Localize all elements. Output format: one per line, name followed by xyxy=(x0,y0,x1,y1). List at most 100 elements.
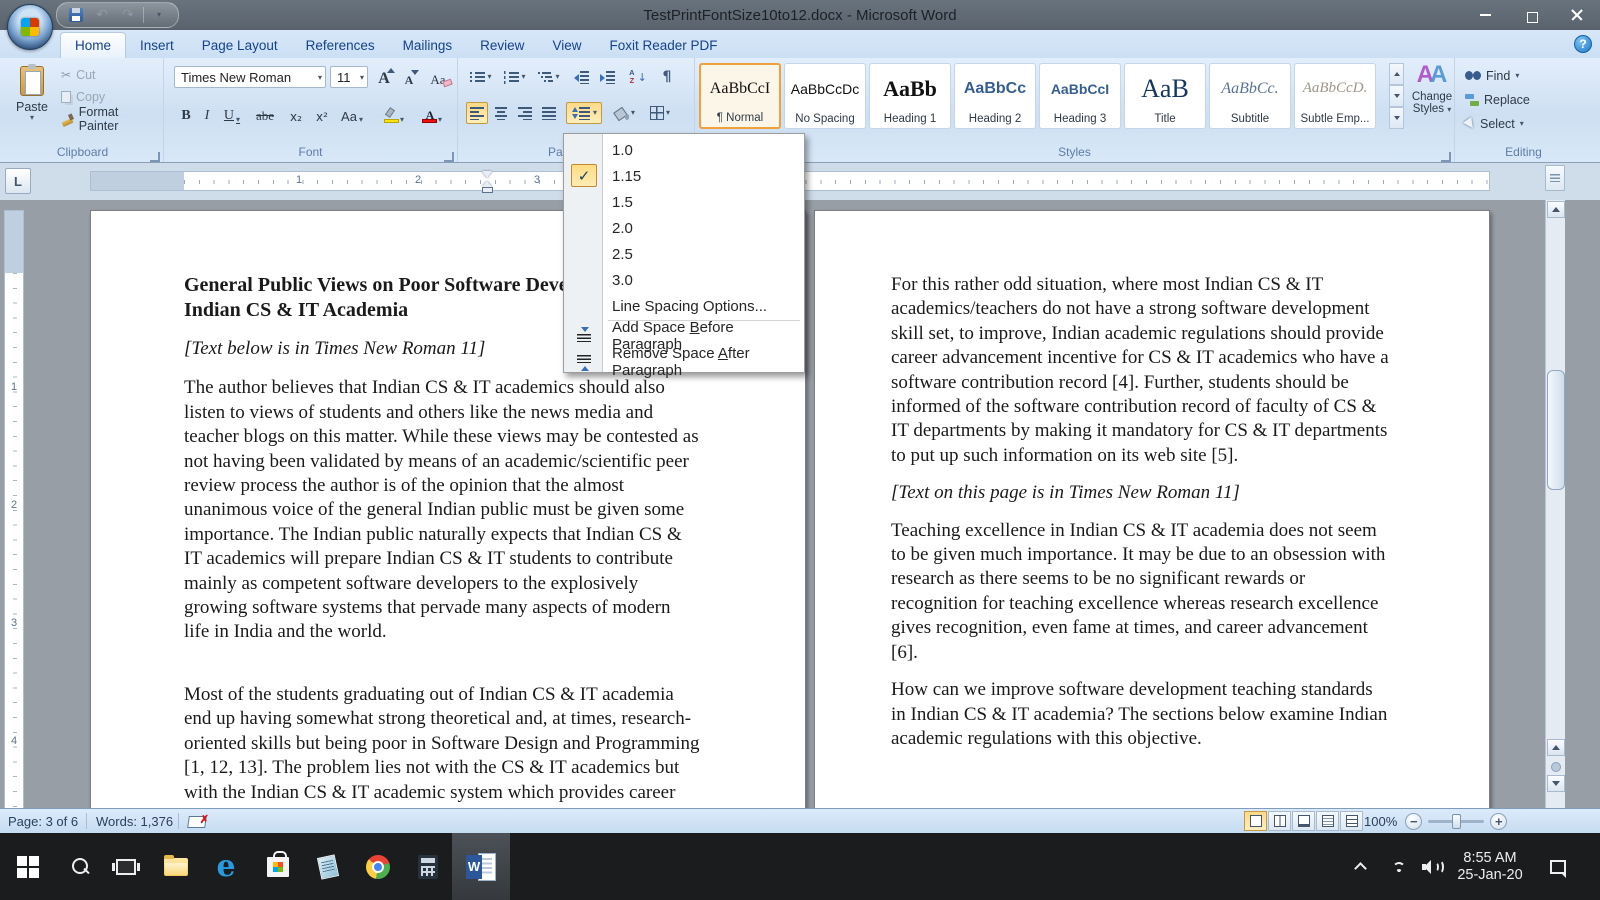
select-browse-object-button[interactable] xyxy=(1551,762,1561,772)
previous-page-button[interactable] xyxy=(1547,739,1565,756)
file-explorer-button[interactable] xyxy=(152,833,200,900)
vertical-ruler[interactable]: 1 2 3 4 xyxy=(4,210,24,808)
style-no-spacing[interactable]: AaBbCcDc No Spacing xyxy=(784,63,866,129)
task-view-button[interactable] xyxy=(102,833,150,900)
font-color-button[interactable]: A ▾ xyxy=(416,102,448,125)
find-button[interactable]: Find ▾ xyxy=(1465,66,1519,86)
tab-view[interactable]: View xyxy=(538,32,595,58)
align-center-button[interactable] xyxy=(490,102,512,124)
highlight-color-button[interactable]: ▾ xyxy=(378,102,410,125)
align-right-button[interactable] xyxy=(514,102,536,124)
microsoft-store-button[interactable] xyxy=(254,833,302,900)
style-subtle-emphasis[interactable]: AaBbCcD. Subtle Emp... xyxy=(1294,63,1376,129)
office-button[interactable] xyxy=(7,4,53,50)
font-size-combo[interactable]: 11 ▾ xyxy=(330,66,368,88)
italic-button[interactable]: I xyxy=(198,102,216,125)
style-title[interactable]: AaB Title xyxy=(1124,63,1206,129)
print-layout-view-button[interactable] xyxy=(1244,811,1267,831)
menu-item-spacing-2.0[interactable]: 2.0 xyxy=(564,215,804,241)
format-painter-button[interactable]: Format Painter xyxy=(58,105,163,133)
next-page-button[interactable] xyxy=(1547,775,1565,792)
menu-item-spacing-1.15[interactable]: ✓ 1.15 xyxy=(564,163,804,189)
superscript-button[interactable]: x² xyxy=(310,102,334,125)
justify-button[interactable] xyxy=(538,102,560,124)
change-styles-button[interactable]: AA Change Styles ▾ xyxy=(1409,62,1455,146)
styles-dialog-launcher[interactable] xyxy=(1441,152,1451,162)
notepad-button[interactable] xyxy=(304,833,352,900)
zoom-slider-track[interactable] xyxy=(1428,813,1485,829)
multilevel-list-button[interactable]: ▾ xyxy=(534,66,564,88)
font-name-combo[interactable]: Times New Roman ▾ xyxy=(174,66,326,88)
menu-item-spacing-2.5[interactable]: 2.5 xyxy=(564,241,804,267)
proofing-errors-button[interactable] xyxy=(188,809,209,833)
page-indicator[interactable]: Page: 3 of 6 xyxy=(8,809,78,833)
volume-button[interactable] xyxy=(1414,833,1450,900)
shading-button[interactable]: ▾ xyxy=(608,102,640,124)
word-count[interactable]: Words: 1,376 xyxy=(96,809,173,833)
menu-item-spacing-1.0[interactable]: 1.0 xyxy=(564,137,804,163)
tab-review[interactable]: Review xyxy=(466,32,538,58)
tab-insert[interactable]: Insert xyxy=(126,32,188,58)
underline-button[interactable]: U ▾ xyxy=(218,102,246,125)
help-button[interactable]: ? xyxy=(1574,35,1592,53)
show-hidden-icons-button[interactable] xyxy=(1340,833,1380,900)
restore-button[interactable] xyxy=(1508,0,1554,30)
gallery-scroll-up-button[interactable] xyxy=(1389,63,1404,85)
edge-button[interactable]: e xyxy=(202,833,250,900)
clipboard-dialog-launcher[interactable] xyxy=(150,152,160,162)
zoom-out-button[interactable]: − xyxy=(1405,812,1423,830)
action-center-button[interactable] xyxy=(1536,833,1580,900)
tab-mailings[interactable]: Mailings xyxy=(389,32,467,58)
style-subtitle[interactable]: AaBbCc. Subtitle xyxy=(1209,63,1291,129)
right-page-content[interactable]: For this rather odd situation, where mos… xyxy=(891,273,1391,764)
show-hide-formatting-button[interactable]: ¶ xyxy=(656,66,678,88)
zoom-in-button[interactable]: + xyxy=(1490,812,1508,830)
word-taskbar-button[interactable]: W xyxy=(452,833,510,900)
select-button[interactable]: Select ▾ xyxy=(1463,114,1524,134)
full-screen-reading-view-button[interactable] xyxy=(1268,811,1291,831)
network-button[interactable] xyxy=(1382,833,1416,900)
decrease-indent-button[interactable] xyxy=(570,66,592,88)
style-heading-3[interactable]: AaBbCcI Heading 3 xyxy=(1039,63,1121,129)
tab-references[interactable]: References xyxy=(292,32,389,58)
tab-page-layout[interactable]: Page Layout xyxy=(188,32,292,58)
web-layout-view-button[interactable] xyxy=(1292,811,1315,831)
gallery-more-button[interactable] xyxy=(1389,107,1404,129)
style-heading-2[interactable]: AaBbCc Heading 2 xyxy=(954,63,1036,129)
view-ruler-toggle-button[interactable] xyxy=(1545,165,1565,191)
change-case-button[interactable]: Aa ▾ xyxy=(336,102,368,125)
taskbar-clock[interactable]: 8:55 AM 25-Jan-20 xyxy=(1448,833,1532,900)
bullets-button[interactable]: ▾ xyxy=(466,66,496,88)
subscript-button[interactable]: x₂ xyxy=(284,102,308,125)
right-page[interactable]: For this rather odd situation, where mos… xyxy=(814,210,1490,808)
font-dialog-launcher[interactable] xyxy=(444,152,454,162)
align-left-button[interactable] xyxy=(466,102,488,124)
close-button[interactable] xyxy=(1554,0,1600,30)
sort-button[interactable]: A Z ↓ xyxy=(624,66,652,88)
chrome-button[interactable] xyxy=(354,833,402,900)
borders-button[interactable]: ▾ xyxy=(644,102,676,124)
hanging-indent-marker[interactable] xyxy=(482,181,493,193)
replace-button[interactable]: Replace xyxy=(1465,90,1530,110)
scroll-up-button[interactable] xyxy=(1547,201,1565,218)
draft-view-button[interactable] xyxy=(1340,811,1363,831)
zoom-slider-thumb[interactable] xyxy=(1452,813,1462,829)
menu-item-spacing-3.0[interactable]: 3.0 xyxy=(564,267,804,293)
calculator-button[interactable] xyxy=(404,833,452,900)
menu-item-remove-space-after[interactable]: Remove Space After Paragraph xyxy=(564,345,804,379)
style-normal[interactable]: AaBbCcI ¶ Normal xyxy=(699,63,781,129)
grow-font-button[interactable]: A xyxy=(372,66,396,89)
scrollbar-thumb[interactable] xyxy=(1547,370,1565,490)
shrink-font-button[interactable]: A xyxy=(398,66,420,89)
line-spacing-button[interactable]: ▾ xyxy=(566,102,602,124)
style-heading-1[interactable]: AaBb Heading 1 xyxy=(869,63,951,129)
tab-selector-button[interactable]: L xyxy=(5,168,31,194)
clear-formatting-button[interactable]: Aa xyxy=(424,66,453,89)
minimize-button[interactable] xyxy=(1462,0,1508,30)
numbering-button[interactable]: ▾ xyxy=(500,66,530,88)
menu-item-line-spacing-options[interactable]: Line Spacing Options... xyxy=(564,293,804,319)
menu-item-spacing-1.5[interactable]: 1.5 xyxy=(564,189,804,215)
paste-button[interactable]: Paste ▾ xyxy=(10,64,54,140)
strikethrough-button[interactable]: abe xyxy=(250,102,280,125)
start-button[interactable] xyxy=(4,833,52,900)
